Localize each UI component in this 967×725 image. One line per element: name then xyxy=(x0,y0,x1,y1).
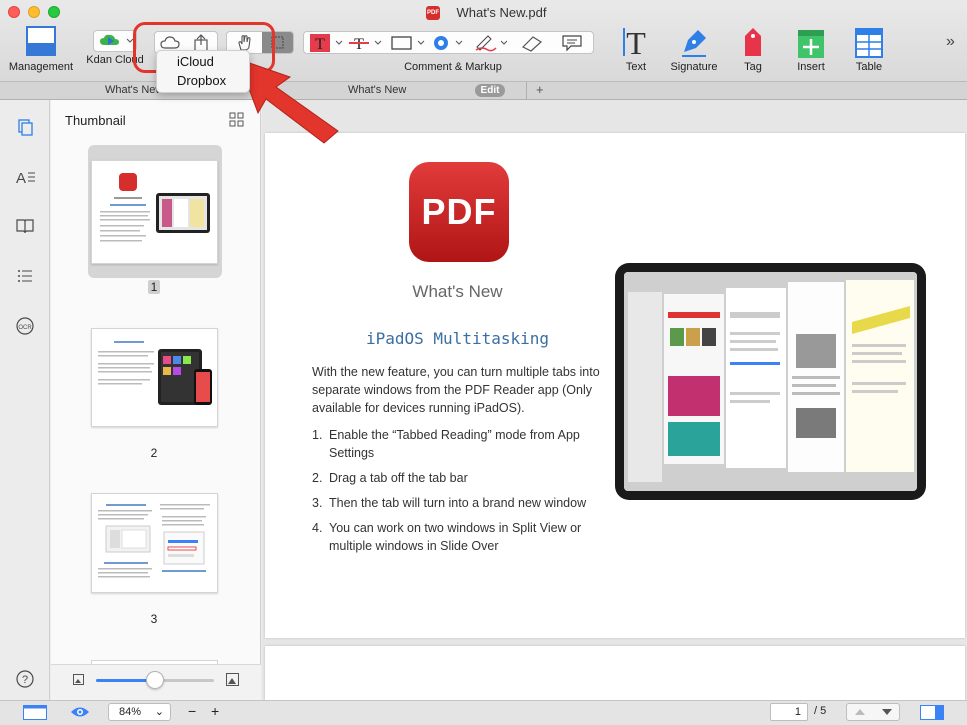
table-icon xyxy=(855,28,883,58)
pdf-logo-icon: PDF xyxy=(409,162,509,262)
zoom-out-button[interactable]: − xyxy=(188,703,196,719)
tab-whats-new-2[interactable]: What's New xyxy=(348,84,406,96)
bookmark-book-icon[interactable] xyxy=(14,215,36,237)
comment-note-icon[interactable] xyxy=(561,34,583,52)
thumbnail-view-icon[interactable] xyxy=(14,116,36,138)
document-steps: 1. Enable the “Tabbed Reading” mode from … xyxy=(312,426,612,562)
management-icon xyxy=(26,26,56,56)
document-title: What's New xyxy=(412,282,503,301)
chevron-down-icon: ⌄ xyxy=(154,706,164,718)
sidebar-rail xyxy=(0,100,50,700)
pdf-page-2 xyxy=(265,646,965,700)
current-page-input[interactable]: 1 xyxy=(770,703,808,721)
thumbnail-page-1[interactable] xyxy=(91,160,218,264)
thumbnail-panel-title: Thumbnail xyxy=(65,113,126,128)
list-item: 2. Drag a tab off the tab bar xyxy=(312,471,468,485)
management-button[interactable]: Management xyxy=(5,26,77,73)
tag-icon xyxy=(745,28,761,56)
svg-text:OCR: OCR xyxy=(18,325,32,331)
view-mode-eye-icon[interactable] xyxy=(70,705,90,719)
thumbnail-page-number-1: 1 xyxy=(140,280,168,294)
list-item: 3. Then the tab will turn into a brand ne… xyxy=(312,496,587,510)
ipad-screenshot-image xyxy=(615,263,926,500)
zoom-in-button[interactable]: + xyxy=(211,703,219,719)
add-tab-button[interactable]: + xyxy=(536,82,544,97)
previous-page-icon[interactable] xyxy=(852,706,868,718)
freehand-pen-icon[interactable] xyxy=(474,34,510,52)
comment-markup-label: Comment & Markup xyxy=(404,61,502,73)
svg-text:?: ? xyxy=(22,674,28,686)
next-page-icon[interactable] xyxy=(879,706,895,718)
zoom-level-select[interactable]: 84% ⌄ xyxy=(108,703,171,721)
insert-page-icon xyxy=(798,30,824,58)
large-thumbnail-icon[interactable] xyxy=(226,673,239,686)
list-item: 4. You can work on two windows in Split V… xyxy=(312,521,582,553)
page-layout-icon[interactable] xyxy=(920,705,944,720)
text-icon: T xyxy=(623,25,646,61)
color-picker-icon[interactable] xyxy=(432,34,466,52)
thumbnail-page-3[interactable] xyxy=(91,493,218,593)
signature-pen-icon xyxy=(682,30,706,57)
sidebar-toggle-icon[interactable] xyxy=(23,705,47,720)
insert-button[interactable]: Insert xyxy=(790,26,832,73)
font-format-icon[interactable]: A xyxy=(14,166,36,188)
list-item: 1. Enable the “Tabbed Reading” mode from … xyxy=(312,428,580,460)
tab-divider xyxy=(526,82,527,100)
svg-text:A: A xyxy=(16,170,26,187)
share-dropdown-menu: iCloud Dropbox xyxy=(156,50,250,93)
toolbar-overflow-icon[interactable]: » xyxy=(946,33,955,51)
strikethrough-icon[interactable]: T xyxy=(349,34,383,53)
document-heading: iPadOS Multitasking xyxy=(365,329,550,348)
outline-list-icon[interactable] xyxy=(14,265,36,287)
window-title: What's New.pdf xyxy=(456,5,547,20)
document-intro: With the new feature, you can turn multi… xyxy=(312,365,600,415)
thumbnail-page-number-2: 2 xyxy=(150,446,158,460)
total-pages-label: / 5 xyxy=(814,705,827,717)
kdan-cloud-icon xyxy=(93,30,137,52)
ocr-icon[interactable]: OCR xyxy=(14,315,36,337)
tab-whats-new-1[interactable]: What's New xyxy=(105,84,163,96)
thumbnail-page-number-3: 3 xyxy=(150,612,158,626)
signature-button[interactable]: Signature xyxy=(666,26,722,73)
eraser-icon[interactable] xyxy=(519,34,545,52)
annotation-arrow xyxy=(232,55,352,145)
tab-edit-badge[interactable]: Edit xyxy=(475,84,505,97)
svg-text:T: T xyxy=(626,26,646,58)
menu-item-icloud[interactable]: iCloud xyxy=(157,53,249,72)
rectangle-shape-icon[interactable] xyxy=(390,34,426,52)
thumbnail-page-2[interactable] xyxy=(91,328,218,427)
table-button[interactable]: Table xyxy=(848,26,890,73)
text-tool-button[interactable]: T Text xyxy=(615,25,657,73)
menu-item-dropbox[interactable]: Dropbox xyxy=(157,72,249,91)
help-icon[interactable]: ? xyxy=(14,668,36,690)
small-thumbnail-icon[interactable] xyxy=(73,674,84,685)
svg-text:T: T xyxy=(315,36,325,52)
thumbnail-size-slider-knob[interactable] xyxy=(146,671,164,689)
text-highlight-icon[interactable]: T xyxy=(310,34,344,53)
tag-button[interactable]: Tag xyxy=(733,26,773,73)
